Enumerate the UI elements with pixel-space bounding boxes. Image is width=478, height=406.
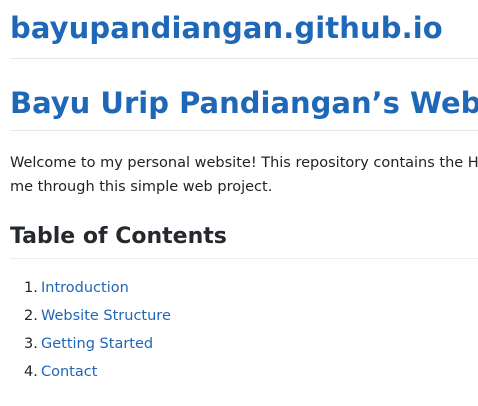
intro-line-2: me through this simple web project. bbox=[10, 179, 273, 195]
toc-item-introduction: 1. Introduction bbox=[24, 276, 171, 304]
toc-item-contact: 4. Contact bbox=[24, 360, 171, 388]
toc-link-contact[interactable]: Contact bbox=[41, 364, 97, 380]
toc-link-website-structure[interactable]: Website Structure bbox=[41, 308, 171, 324]
toc-divider bbox=[10, 258, 478, 259]
site-title[interactable]: bayupandiangan.github.io bbox=[10, 11, 443, 45]
page-title: Bayu Urip Pandiangan’s Website bbox=[10, 86, 478, 120]
toc-link-introduction[interactable]: Introduction bbox=[41, 280, 129, 296]
toc-item-getting-started: 3. Getting Started bbox=[24, 332, 171, 360]
toc-number: 4. bbox=[24, 364, 38, 380]
toc-number: 2. bbox=[24, 308, 38, 324]
toc-number: 3. bbox=[24, 336, 38, 352]
toc-link-getting-started[interactable]: Getting Started bbox=[41, 336, 153, 352]
intro-paragraph: Welcome to my personal website! This rep… bbox=[10, 151, 478, 199]
toc-heading: Table of Contents bbox=[10, 224, 227, 249]
toc-item-website-structure: 2. Website Structure bbox=[24, 304, 171, 332]
toc-number: 1. bbox=[24, 280, 38, 296]
title-divider bbox=[10, 130, 478, 131]
intro-line-1: Welcome to my personal website! This rep… bbox=[10, 155, 478, 171]
toc-list: 1. Introduction 2. Website Structure 3. Get… bbox=[24, 276, 171, 388]
header-divider bbox=[10, 58, 478, 59]
page: bayupandiangan.github.io Bayu Urip Pandi… bbox=[0, 0, 478, 406]
